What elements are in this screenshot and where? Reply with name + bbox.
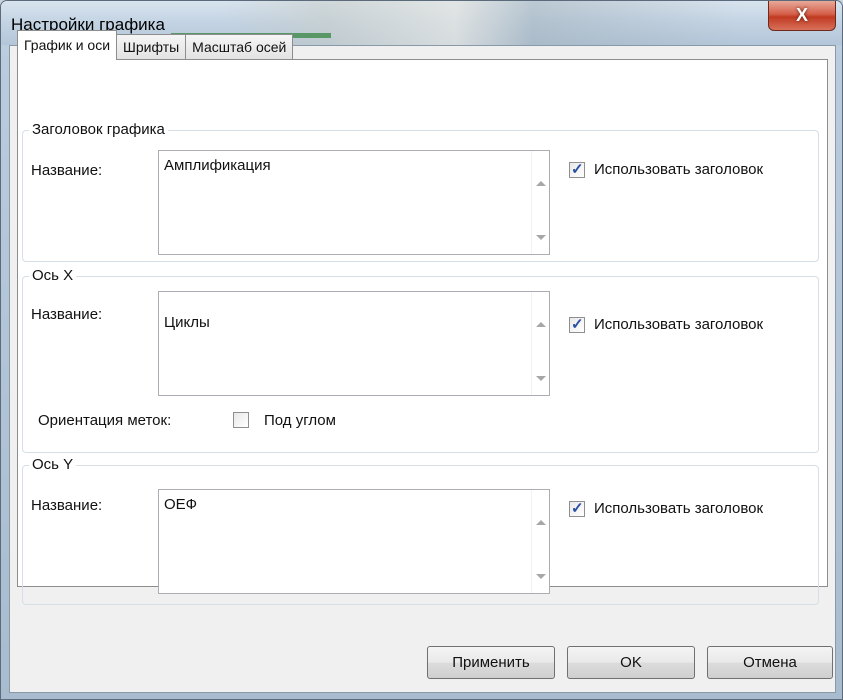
tab-axis-scale[interactable]: Масштаб осей [185, 34, 294, 60]
tab-chart-and-axes[interactable]: График и оси [17, 30, 118, 60]
y-use-checkbox[interactable]: ✓ [569, 500, 585, 517]
y-name-label: Название: [31, 497, 103, 514]
x-angle-checkbox[interactable] [233, 412, 249, 428]
x-name-value: Циклы [164, 314, 210, 331]
y-scrollbar[interactable] [531, 490, 549, 593]
scroll-up-icon[interactable] [536, 322, 546, 327]
close-button[interactable]: X [768, 1, 836, 31]
check-icon: ✓ [571, 316, 584, 333]
x-use-checkbox[interactable]: ✓ [569, 316, 585, 333]
x-scrollbar[interactable] [531, 292, 549, 395]
x-orientation-label: Ориентация меток: [38, 412, 172, 429]
x-name-label: Название: [31, 306, 103, 323]
y-name-input[interactable]: ОЕФ [158, 489, 550, 594]
scroll-down-icon[interactable] [536, 376, 546, 381]
x-use-label: Использовать заголовок [594, 316, 764, 333]
x-angle-label: Под углом [264, 412, 336, 429]
apply-button[interactable]: Применить [427, 646, 555, 679]
y-name-value: ОЕФ [164, 496, 198, 513]
tab-strip: График и оси Шрифты Масштаб осей [17, 30, 294, 60]
title-use-checkbox[interactable]: ✓ [569, 161, 585, 178]
group-legend: Ось Y [29, 455, 77, 475]
scroll-up-icon[interactable] [536, 181, 546, 186]
cancel-button[interactable]: Отмена [707, 646, 833, 679]
title-bar-glass [221, 1, 741, 45]
y-use-label: Использовать заголовок [594, 500, 764, 517]
title-scrollbar[interactable] [531, 151, 549, 254]
check-icon: ✓ [571, 500, 584, 517]
tab-fonts[interactable]: Шрифты [116, 34, 187, 60]
title-name-label: Название: [31, 162, 103, 179]
ok-button[interactable]: OK [567, 646, 695, 679]
title-name-input[interactable]: Амплификация [158, 150, 550, 255]
group-legend: Заголовок графика [29, 120, 168, 140]
title-name-value: Амплификация [164, 157, 271, 174]
group-legend: Ось X [29, 266, 77, 286]
title-use-label: Использовать заголовок [594, 161, 764, 178]
scroll-down-icon[interactable] [536, 574, 546, 579]
scroll-up-icon[interactable] [536, 520, 546, 525]
check-icon: ✓ [571, 161, 584, 178]
chart-settings-dialog: Настройки графика X График и оси Шрифты … [0, 0, 843, 700]
scroll-down-icon[interactable] [536, 235, 546, 240]
x-name-input[interactable]: Циклы [158, 291, 550, 396]
close-icon: X [795, 5, 808, 25]
